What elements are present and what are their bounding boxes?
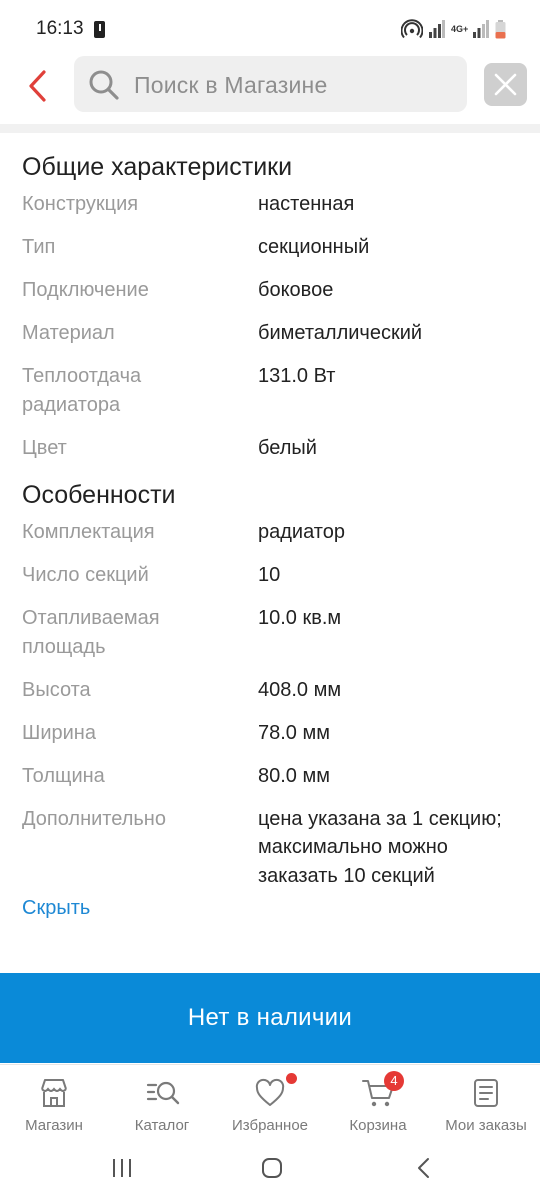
cart-count-badge: 4 xyxy=(384,1071,404,1091)
spec-row: Комплектация радиатор xyxy=(0,518,540,547)
spec-row: Тип секционный xyxy=(0,233,540,262)
status-icons: 4G+ xyxy=(401,18,506,40)
spec-label: Число секций xyxy=(22,564,149,586)
spec-row: Цвет белый xyxy=(0,434,540,463)
spec-value: секционный xyxy=(258,236,370,258)
spec-label: Дополнительно xyxy=(22,807,166,830)
spec-value: биметаллический xyxy=(258,322,423,344)
spec-label: Теплоотдача радиатора xyxy=(22,365,142,416)
spec-value: белый xyxy=(258,436,317,459)
nav-item-store[interactable]: Магазин xyxy=(0,1065,108,1143)
spec-value: цена указана за 1 секцию; максимально мо… xyxy=(258,807,502,887)
nav-label: Мои заказы xyxy=(445,1117,527,1134)
status-bar: 16:13 4G+ xyxy=(0,0,540,56)
spec-row: Материал биметаллический xyxy=(0,319,540,348)
search-icon xyxy=(89,70,119,100)
nav-item-cart[interactable]: 4 Корзина xyxy=(324,1065,432,1143)
spec-label: Комплектация xyxy=(22,521,155,543)
section-title: Особенности xyxy=(22,481,176,509)
spec-label: Цвет xyxy=(22,436,67,459)
spec-value: радиатор xyxy=(258,521,345,543)
section-title: Общие характеристики xyxy=(22,153,293,181)
nav-label: Корзина xyxy=(349,1117,407,1134)
store-icon xyxy=(41,1079,67,1107)
hotspot-icon xyxy=(401,19,423,39)
clear-search-button[interactable] xyxy=(484,63,527,106)
network-type: 4G+ xyxy=(451,23,469,34)
back-nav-icon[interactable] xyxy=(412,1156,436,1180)
spec-value: 78.0 мм xyxy=(258,721,330,744)
spec-label: Ширина xyxy=(22,721,96,744)
spec-label: Материал xyxy=(22,322,115,344)
spec-row: Теплоотдача радиатора 131.0 Вт xyxy=(0,362,540,419)
alert-icon xyxy=(94,21,105,38)
orders-icon xyxy=(474,1079,498,1107)
nav-label: Каталог xyxy=(134,1117,190,1134)
section-general: Общие характеристики Конструкция настенн… xyxy=(0,152,540,462)
chevron-left-icon xyxy=(29,70,46,102)
spec-label: Тип xyxy=(22,236,56,258)
spec-row: Толщина 80.0 мм xyxy=(0,762,540,791)
favorites-dot-badge xyxy=(286,1073,297,1084)
nav-item-favorites[interactable]: Избранное xyxy=(216,1065,324,1143)
spec-row: Подключение боковое xyxy=(0,276,540,305)
spec-value: 131.0 Вт xyxy=(258,365,336,387)
out-of-stock-button[interactable]: Нет в наличии xyxy=(0,973,540,1063)
system-nav-bar xyxy=(0,1142,540,1200)
spec-row: Число секций 10 xyxy=(0,561,540,590)
signal-icon-2 xyxy=(473,20,489,38)
nav-item-orders[interactable]: Мои заказы xyxy=(432,1065,540,1143)
characteristics-content: Общие характеристики Конструкция настенн… xyxy=(0,136,540,922)
spec-value: боковое xyxy=(258,279,334,301)
close-icon xyxy=(494,73,517,96)
spec-value: 10.0 кв.м xyxy=(258,607,342,629)
hide-link[interactable]: Скрыть xyxy=(0,894,540,922)
heart-icon xyxy=(255,1078,285,1106)
status-time: 16:13 xyxy=(36,18,84,39)
spec-label: Конструкция xyxy=(22,193,139,215)
spec-row: Дополнительно цена указана за 1 секцию; … xyxy=(0,805,540,891)
search-header: Поиск в Магазине xyxy=(0,56,540,116)
spec-value: 80.0 мм xyxy=(258,764,330,787)
spec-label: Отапливаемая площадь xyxy=(22,607,160,658)
spec-row: Отапливаемая площадь 10.0 кв.м xyxy=(0,604,540,661)
back-button[interactable] xyxy=(22,66,58,106)
search-input[interactable]: Поиск в Магазине xyxy=(74,56,467,112)
nav-label: Магазин xyxy=(25,1117,83,1134)
spec-label: Высота xyxy=(22,678,91,701)
section-features: Особенности Комплектация радиатор Число … xyxy=(0,480,540,890)
spec-label: Толщина xyxy=(22,764,105,787)
recent-apps-icon[interactable] xyxy=(110,1156,134,1180)
home-icon[interactable] xyxy=(260,1156,284,1180)
nav-item-catalog[interactable]: Каталог xyxy=(108,1065,216,1143)
spec-value: 10 xyxy=(258,564,281,586)
catalog-search-icon xyxy=(146,1081,180,1105)
nav-label: Избранное xyxy=(231,1117,309,1134)
spec-row: Ширина 78.0 мм xyxy=(0,719,540,748)
battery-icon xyxy=(495,19,506,38)
spec-value: настенная xyxy=(258,193,355,215)
spec-row: Конструкция настенная xyxy=(0,190,540,219)
header-divider xyxy=(0,124,540,133)
bottom-nav: Магазин Каталог Избранное 4 Корзина Мои … xyxy=(0,1064,540,1142)
spec-label: Подключение xyxy=(22,279,149,301)
spec-value: 408.0 мм xyxy=(258,678,342,701)
spec-row: Высота 408.0 мм xyxy=(0,676,540,705)
signal-icon xyxy=(429,20,445,38)
search-placeholder: Поиск в Магазине xyxy=(134,72,328,98)
